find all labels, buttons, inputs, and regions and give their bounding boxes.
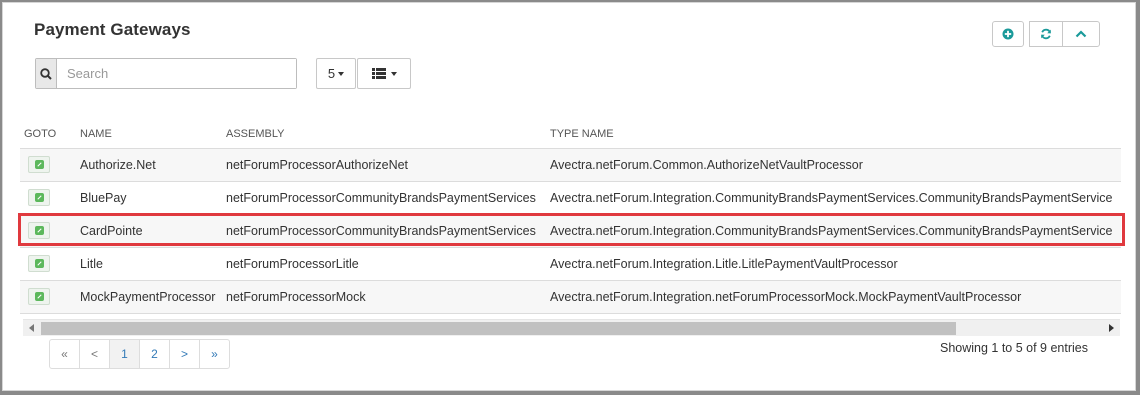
page-button-2[interactable]: 2 [139, 339, 170, 369]
table-row-selected[interactable]: CardPointe netForumProcessorCommunityBra… [20, 214, 1121, 248]
type-name-cell: Avectra.netForum.Integration.CommunityBr… [546, 214, 1121, 248]
goto-edit-icon [34, 193, 44, 202]
search-input[interactable] [57, 59, 296, 88]
caret-down-icon [338, 71, 345, 76]
assembly-cell: netForumProcessorCommunityBrandsPaymentS… [222, 181, 546, 215]
col-header-type-name[interactable]: TYPE NAME [546, 121, 1121, 149]
table-header-row: GOTO NAME ASSEMBLY TYPE NAME [20, 121, 1121, 149]
page-button-1[interactable]: 1 [109, 339, 140, 369]
goto-edit-icon [34, 292, 44, 301]
refresh-button[interactable] [1029, 21, 1063, 47]
goto-cell [20, 247, 76, 281]
scroll-left-icon[interactable] [29, 324, 34, 332]
assembly-cell: netForumProcessorLitle [222, 247, 546, 281]
add-circle-icon [1002, 28, 1014, 40]
assembly-cell: netForumProcessorMock [222, 280, 546, 314]
table-row[interactable]: BluePay netForumProcessorCommunityBrands… [20, 181, 1121, 215]
goto-edit-icon [34, 259, 44, 268]
goto-cell [20, 181, 76, 215]
goto-cell [20, 214, 76, 248]
entries-summary: Showing 1 to 5 of 9 entries [939, 341, 1088, 355]
goto-button[interactable] [28, 288, 50, 305]
gateways-table-wrap: GOTO NAME ASSEMBLY TYPE NAME Authorize.N… [20, 121, 1121, 314]
name-cell: CardPointe [76, 214, 222, 248]
header-actions [992, 21, 1100, 47]
prev-page-button[interactable]: < [79, 339, 110, 369]
table-row[interactable]: Litle netForumProcessorLitle Avectra.net… [20, 247, 1121, 281]
panel-title: Payment Gateways [34, 20, 191, 39]
assembly-cell: netForumProcessorAuthorizeNet [222, 148, 546, 182]
gateways-table: GOTO NAME ASSEMBLY TYPE NAME Authorize.N… [20, 121, 1121, 314]
last-page-button[interactable]: » [199, 339, 230, 369]
goto-button[interactable] [28, 255, 50, 272]
name-cell: Authorize.Net [76, 148, 222, 182]
table-row[interactable]: MockPaymentProcessor netForumProcessorMo… [20, 280, 1121, 314]
assembly-cell: netForumProcessorCommunityBrandsPaymentS… [222, 214, 546, 248]
list-view-icon [371, 68, 386, 79]
search-addon[interactable] [36, 59, 57, 88]
goto-cell [20, 148, 76, 182]
col-header-goto[interactable]: GOTO [20, 121, 76, 149]
type-name-cell: Avectra.netForum.Integration.Litle.Litle… [546, 247, 1121, 281]
col-header-name[interactable]: NAME [76, 121, 222, 149]
type-name-cell: Avectra.netForum.Integration.netForumPro… [546, 280, 1121, 314]
first-page-button[interactable]: « [49, 339, 80, 369]
name-cell: BluePay [76, 181, 222, 215]
goto-edit-icon [34, 226, 44, 235]
page-size-value: 5 [327, 66, 336, 81]
search-icon [40, 67, 52, 80]
scrollbar-thumb[interactable] [41, 322, 956, 335]
refresh-icon [1041, 28, 1051, 40]
next-page-button[interactable]: > [169, 339, 200, 369]
goto-edit-icon [34, 160, 44, 169]
page-size-dropdown[interactable]: 5 [316, 58, 356, 89]
name-cell: Litle [76, 247, 222, 281]
payment-gateways-panel: Payment Gateways Search 5 GOTO NAME ASSE… [2, 2, 1136, 391]
add-button[interactable] [992, 21, 1024, 47]
scroll-right-icon[interactable] [1109, 324, 1114, 332]
horizontal-scrollbar[interactable] [23, 319, 1120, 336]
search-box [35, 58, 297, 89]
goto-button[interactable] [28, 156, 50, 173]
column-view-dropdown[interactable] [357, 58, 411, 89]
goto-button[interactable] [28, 222, 50, 239]
type-name-cell: Avectra.netForum.Common.AuthorizeNetVaul… [546, 148, 1121, 182]
pagination: « < 1 2 > » [49, 339, 230, 369]
chevron-up-icon [1075, 30, 1087, 38]
collapse-button[interactable] [1062, 21, 1100, 47]
goto-button[interactable] [28, 189, 50, 206]
table-tools: 5 [316, 58, 411, 89]
table-row[interactable]: Authorize.Net netForumProcessorAuthorize… [20, 148, 1121, 182]
name-cell: MockPaymentProcessor [76, 280, 222, 314]
type-name-cell: Avectra.netForum.Integration.CommunityBr… [546, 181, 1121, 215]
goto-cell [20, 280, 76, 314]
caret-down-icon [390, 71, 397, 76]
col-header-assembly[interactable]: ASSEMBLY [222, 121, 546, 149]
